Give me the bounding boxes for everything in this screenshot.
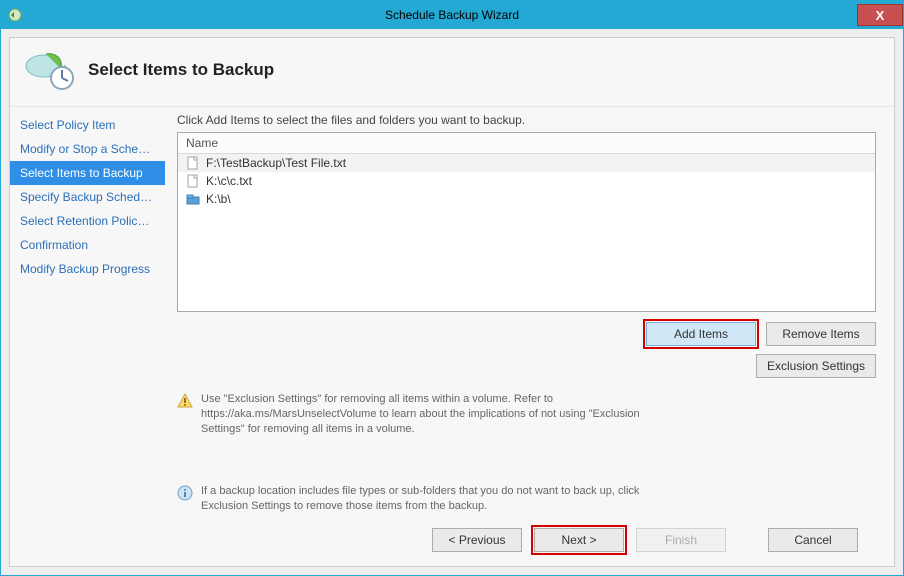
- step-select-policy-item[interactable]: Select Policy Item: [10, 113, 165, 137]
- wizard-logo-icon: [24, 48, 76, 92]
- page-title: Select Items to Backup: [88, 60, 274, 80]
- panel: Select Items to Backup Select Policy Ite…: [9, 37, 895, 567]
- list-item[interactable]: F:\TestBackup\Test File.txt: [178, 154, 875, 172]
- file-icon: [186, 156, 200, 170]
- step-select-retention-policy[interactable]: Select Retention Policy (F...: [10, 209, 165, 233]
- next-button[interactable]: Next >: [534, 528, 624, 552]
- previous-button[interactable]: < Previous: [432, 528, 522, 552]
- info-icon: [177, 485, 193, 501]
- instruction-text: Click Add Items to select the files and …: [177, 113, 876, 127]
- list-column-header: Name: [178, 133, 875, 154]
- info-text: If a backup location includes file types…: [201, 484, 681, 514]
- step-modify-or-stop[interactable]: Modify or Stop a Schedul...: [10, 137, 165, 161]
- list-item-label: K:\c\c.txt: [206, 174, 252, 188]
- add-items-button[interactable]: Add Items: [646, 322, 756, 346]
- title-bar: Schedule Backup Wizard X: [1, 1, 903, 29]
- warning-icon: [177, 393, 193, 409]
- exclusion-row: Exclusion Settings: [177, 354, 876, 378]
- step-specify-backup-schedule[interactable]: Specify Backup Schedule ...: [10, 185, 165, 209]
- item-buttons-row: Add Items Remove Items: [177, 322, 876, 346]
- list-item-label: K:\b\: [206, 192, 231, 206]
- page-header: Select Items to Backup: [10, 38, 894, 107]
- wizard-steps-sidebar: Select Policy Item Modify or Stop a Sche…: [10, 107, 165, 566]
- file-icon: [186, 174, 200, 188]
- cancel-button[interactable]: Cancel: [768, 528, 858, 552]
- finish-button: Finish: [636, 528, 726, 552]
- items-listbox[interactable]: Name F:\TestBackup\Test File.txt: [177, 132, 876, 312]
- step-select-items-to-backup[interactable]: Select Items to Backup: [10, 161, 165, 185]
- warning-note: Use "Exclusion Settings" for removing al…: [177, 392, 876, 437]
- main-pane: Click Add Items to select the files and …: [165, 107, 894, 566]
- content-area: Select Items to Backup Select Policy Ite…: [1, 29, 903, 575]
- body: Select Policy Item Modify or Stop a Sche…: [10, 107, 894, 566]
- list-body: F:\TestBackup\Test File.txt K:\c\c.txt: [178, 154, 875, 311]
- warning-text: Use "Exclusion Settings" for removing al…: [201, 392, 681, 437]
- info-note: If a backup location includes file types…: [177, 484, 876, 514]
- wizard-window: Schedule Backup Wizard X Select Items to…: [0, 0, 904, 576]
- remove-items-button[interactable]: Remove Items: [766, 322, 876, 346]
- drive-folder-icon: [186, 192, 200, 206]
- list-item-label: F:\TestBackup\Test File.txt: [206, 156, 346, 170]
- list-item[interactable]: K:\c\c.txt: [178, 172, 875, 190]
- exclusion-settings-button[interactable]: Exclusion Settings: [756, 354, 876, 378]
- step-modify-backup-progress[interactable]: Modify Backup Progress: [10, 257, 165, 281]
- window-title: Schedule Backup Wizard: [1, 8, 903, 22]
- list-item[interactable]: K:\b\: [178, 190, 875, 208]
- wizard-footer: < Previous Next > Finish Cancel: [177, 518, 876, 566]
- step-confirmation[interactable]: Confirmation: [10, 233, 165, 257]
